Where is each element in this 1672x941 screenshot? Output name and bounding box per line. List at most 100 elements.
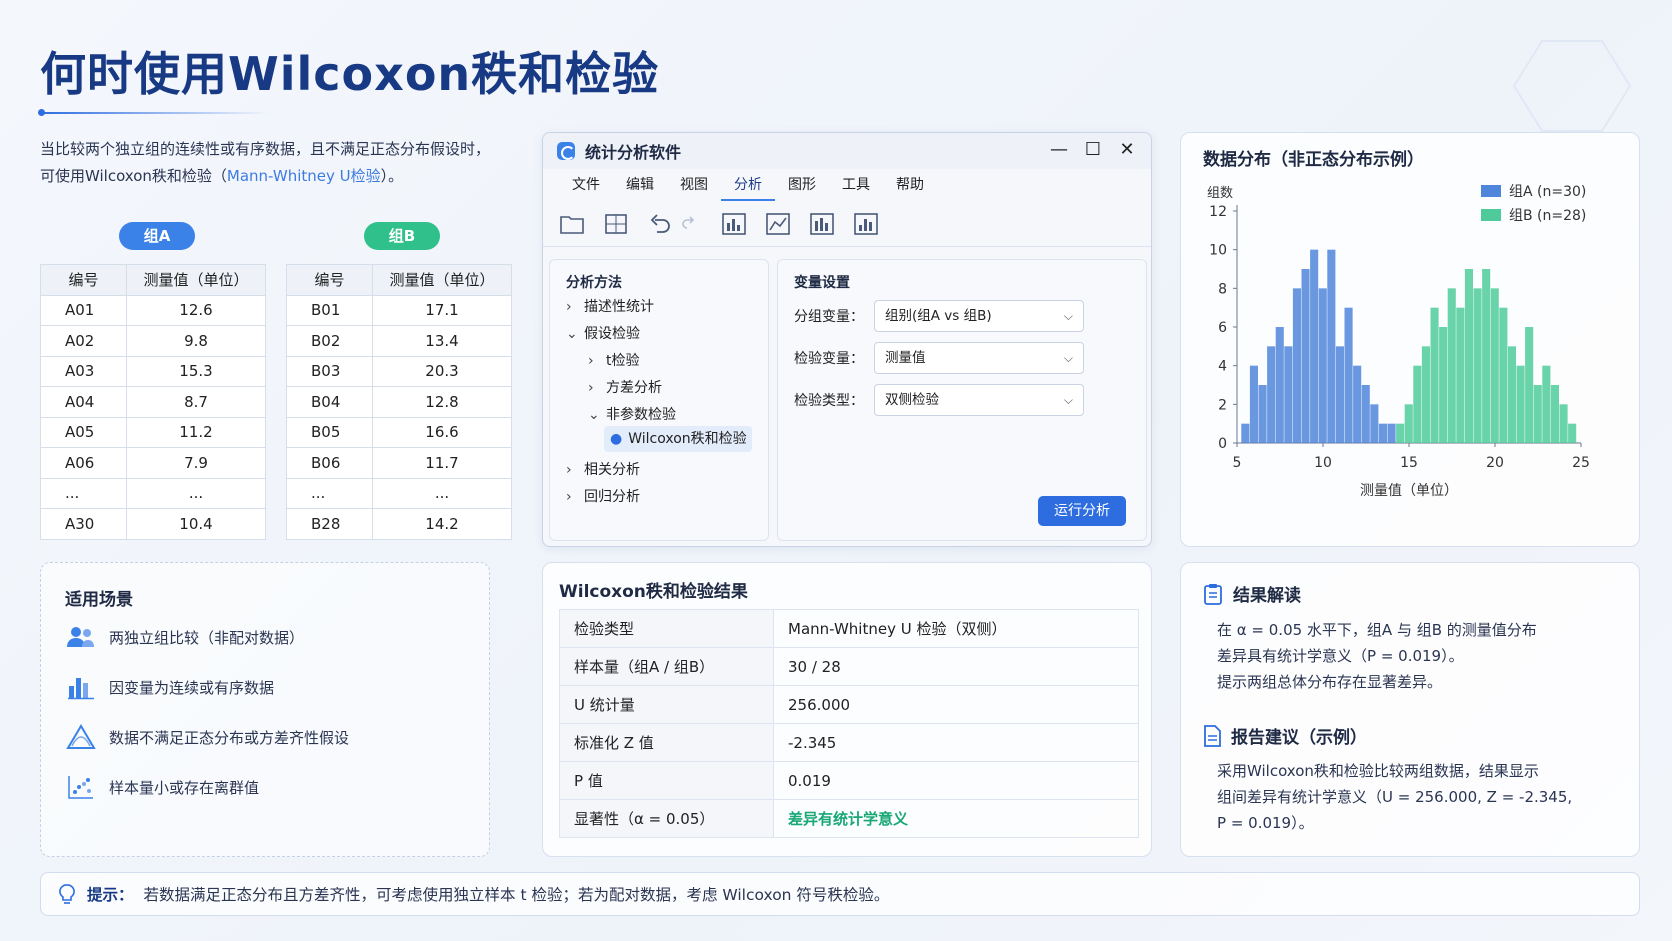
histogram-bar <box>1559 404 1568 443</box>
column-chart-icon[interactable] <box>809 212 835 236</box>
result-key: 标准化 Z 值 <box>559 723 774 762</box>
chevron-right-icon: › <box>566 489 572 505</box>
analysis-methods-pane: 分析方法 › 描述性统计 ⌄ 假设检验 › t检验 › 方差分析 ⌄ 非参数检验 ● Wil… <box>549 259 769 541</box>
histogram-bar <box>1249 365 1258 443</box>
cell-id: A05 <box>40 416 127 448</box>
bar-graph-icon[interactable] <box>853 212 879 236</box>
chevron-down-icon: ⌵ <box>1063 393 1073 407</box>
cell-id: A04 <box>40 386 127 418</box>
chevron-down-icon: ⌵ <box>1063 309 1073 323</box>
menu-tools[interactable]: 工具 <box>829 169 883 201</box>
y-axis-label: 组数 <box>1207 186 1233 201</box>
menu-graph[interactable]: 图形 <box>775 169 829 201</box>
tree-correlation[interactable]: › 相关分析 <box>566 459 640 479</box>
cell-value: 15.3 <box>126 355 266 387</box>
minimize-button[interactable]: — <box>1047 139 1071 160</box>
table-row: A04 8.7 <box>40 386 266 418</box>
histogram-bar <box>1258 385 1267 443</box>
warning-triangle-icon <box>65 723 97 751</box>
tree-regression[interactable]: › 回归分析 <box>566 486 640 506</box>
histogram-bar <box>1318 288 1327 443</box>
cell-id: B06 <box>286 447 373 479</box>
maximize-button[interactable]: ☐ <box>1081 139 1105 160</box>
tree-wilcoxon-selected[interactable]: ● Wilcoxon秩和检验 <box>604 426 752 452</box>
menu-edit[interactable]: 编辑 <box>613 169 667 201</box>
undo-icon[interactable] <box>647 212 673 236</box>
result-row: P 值 0.019 <box>559 761 1139 800</box>
table-row: B04 12.8 <box>286 386 512 418</box>
close-button[interactable]: ✕ <box>1115 139 1139 160</box>
scenario-item: 样本量小或存在离群值 <box>65 773 259 801</box>
histogram-bar <box>1335 346 1344 443</box>
chevron-down-icon: ⌄ <box>566 326 578 342</box>
selected-dot-icon: ● <box>610 431 623 447</box>
y-tick-label: 8 <box>1218 281 1227 297</box>
x-tick-label: 20 <box>1486 455 1504 471</box>
histogram-bar <box>1284 346 1293 443</box>
histogram-bar <box>1550 385 1559 443</box>
histogram-bar <box>1542 365 1551 443</box>
tip-bar: 提示： 若数据满足正态分布且方差齐性，可考虑使用独立样本 t 检验；若为配对数据… <box>40 872 1640 916</box>
tree-hypothesis[interactable]: ⌄ 假设检验 <box>566 323 640 343</box>
histogram-bar <box>1499 307 1508 443</box>
histogram-bar <box>1568 423 1577 443</box>
intro-text: 当比较两个独立组的连续性或有序数据，且不满足正态分布假设时， 可使用Wilcox… <box>40 136 520 190</box>
y-tick-label: 6 <box>1218 320 1227 336</box>
tree-ttest[interactable]: › t检验 <box>588 350 640 370</box>
cell-value: 20.3 <box>372 355 512 387</box>
menu-help[interactable]: 帮助 <box>883 169 937 201</box>
tree-nonparametric[interactable]: ⌄ 非参数检验 <box>588 404 676 424</box>
result-row: 标准化 Z 值 -2.345 <box>559 723 1139 762</box>
intro-line-2: 可使用Wilcoxon秩和检验（Mann-Whitney U检验）。 <box>40 167 404 185</box>
table-row: A01 12.6 <box>40 294 266 326</box>
cell-id: B03 <box>286 355 373 387</box>
data-grid-icon[interactable] <box>603 212 629 236</box>
cell-id: A02 <box>40 325 127 357</box>
lightbulb-icon <box>59 884 75 904</box>
open-folder-icon[interactable] <box>559 212 585 236</box>
cell-id: A30 <box>40 508 127 540</box>
result-row: 样本量（组A / 组B） 30 / 28 <box>559 647 1139 686</box>
y-tick-label: 10 <box>1209 243 1227 259</box>
histogram-bar <box>1447 288 1456 443</box>
descriptive-stats-icon[interactable] <box>721 212 747 236</box>
histogram-bar <box>1387 423 1396 443</box>
table-row: A02 9.8 <box>40 325 266 357</box>
histogram-bar <box>1533 385 1542 443</box>
col-header-value: 测量值（单位） <box>126 264 266 296</box>
tree-descriptive[interactable]: › 描述性统计 <box>566 296 654 316</box>
chevron-down-icon: ⌄ <box>588 407 600 423</box>
legend-label: 组B (n=28) <box>1509 208 1586 224</box>
test-variable-select[interactable]: 测量值 ⌵ <box>874 342 1084 374</box>
histogram-bar <box>1353 365 1362 443</box>
histogram-bar <box>1292 288 1301 443</box>
table-row: B06 11.7 <box>286 447 512 479</box>
result-value: 30 / 28 <box>773 647 1139 686</box>
menu-analyze[interactable]: 分析 <box>721 169 775 201</box>
report-header: 报告建议（示例） <box>1203 723 1367 748</box>
result-key: U 统计量 <box>559 685 774 724</box>
results-title: Wilcoxon秩和检验结果 <box>559 582 748 602</box>
table-row: B28 14.2 <box>286 508 512 540</box>
scenarios-card: 适用场景 两独立组比较（非配对数据） 因变量为连续或有序数据 数据不满足正态分布… <box>40 562 490 857</box>
tip-text: 若数据满足正态分布且方差齐性，可考虑使用独立样本 t 检验；若为配对数据，考虑 … <box>143 886 890 904</box>
result-value: 256.000 <box>773 685 1139 724</box>
scenario-item: 因变量为连续或有序数据 <box>65 673 274 701</box>
interpretation-title: 结果解读 <box>1233 586 1301 606</box>
x-tick-label: 15 <box>1400 455 1418 471</box>
interpretation-header: 结果解读 <box>1203 581 1301 606</box>
histogram-bar <box>1439 327 1448 443</box>
y-tick-label: 2 <box>1218 397 1227 413</box>
histogram-tool-icon[interactable] <box>765 212 791 236</box>
test-type-select[interactable]: 双侧检验 ⌵ <box>874 384 1084 416</box>
tree-anova[interactable]: › 方差分析 <box>588 377 662 397</box>
cell-value: 7.9 <box>126 447 266 479</box>
decorative-hexagon <box>1512 40 1632 132</box>
run-analysis-button[interactable]: 运行分析 <box>1038 496 1126 526</box>
menu-view[interactable]: 视图 <box>667 169 721 201</box>
menu-file[interactable]: 文件 <box>559 169 613 201</box>
group-variable-select[interactable]: 组别(组A vs 组B) ⌵ <box>874 300 1084 332</box>
group-b-badge: 组B <box>364 222 440 250</box>
redo-icon[interactable] <box>677 212 703 236</box>
cell-id: B04 <box>286 386 373 418</box>
